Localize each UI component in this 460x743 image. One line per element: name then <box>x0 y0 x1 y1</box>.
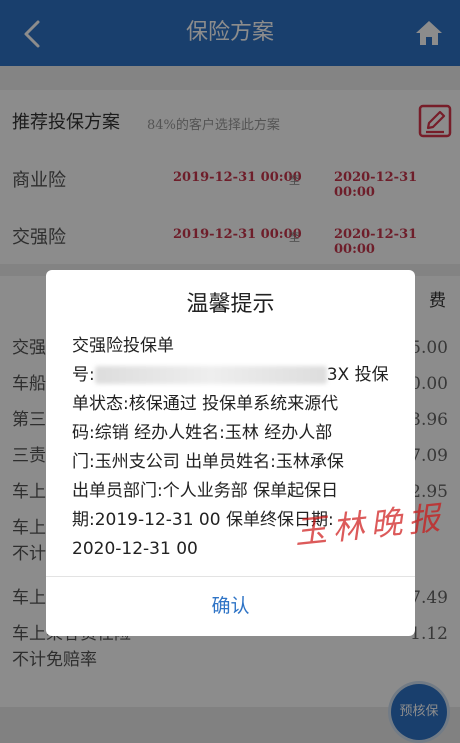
dialog-line: 单状态:核保通过 投保单系统来源代 <box>72 394 339 414</box>
dialog-title: 温馨提示 <box>186 292 275 317</box>
dialog-line: 码:综销 经办人姓名:玉林 经办人部 <box>72 423 333 443</box>
dialog-line-suffix: 3X 投保 <box>326 365 389 385</box>
dialog-line-prefix: 号: <box>72 365 95 385</box>
redacted-number <box>94 366 327 384</box>
dialog-line: 门:玉州支公司 出单员姓名:玉林承保 <box>72 452 344 472</box>
dialog-line: 交强险投保单 <box>72 336 174 356</box>
notice-dialog: 温馨提示 交强险投保单 号: 3X 投保 单状态:核保通过 投保单系统来源代 码:… <box>46 270 415 636</box>
dialog-line: 号: 3X 投保 <box>72 361 395 390</box>
confirm-button[interactable]: 确认 <box>46 577 415 636</box>
